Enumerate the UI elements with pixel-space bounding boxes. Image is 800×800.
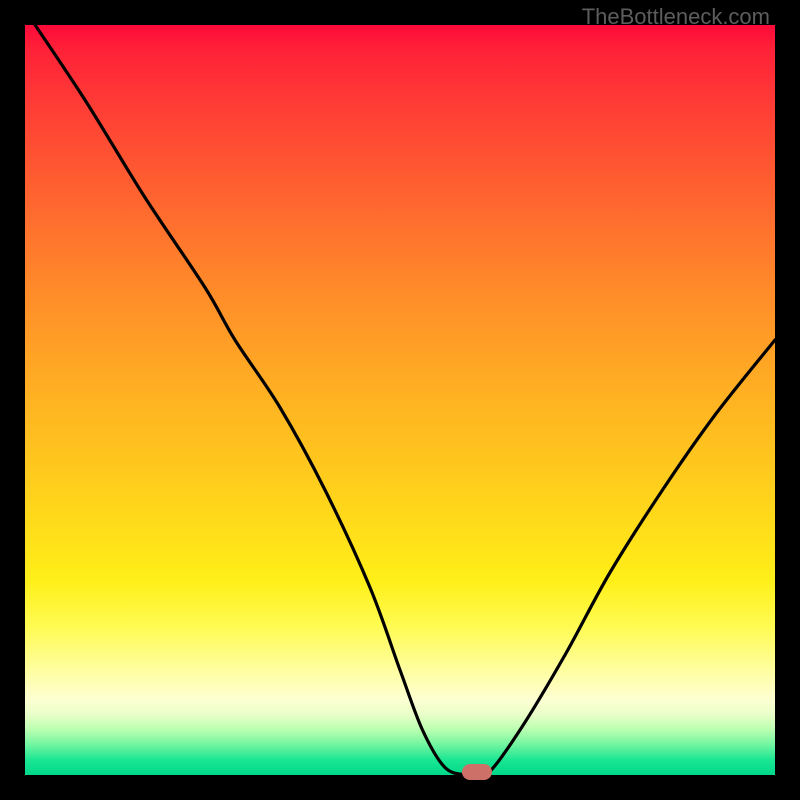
chart-frame: TheBottleneck.com bbox=[0, 0, 800, 800]
optimum-marker bbox=[462, 764, 492, 780]
bottleneck-curve bbox=[25, 25, 775, 775]
